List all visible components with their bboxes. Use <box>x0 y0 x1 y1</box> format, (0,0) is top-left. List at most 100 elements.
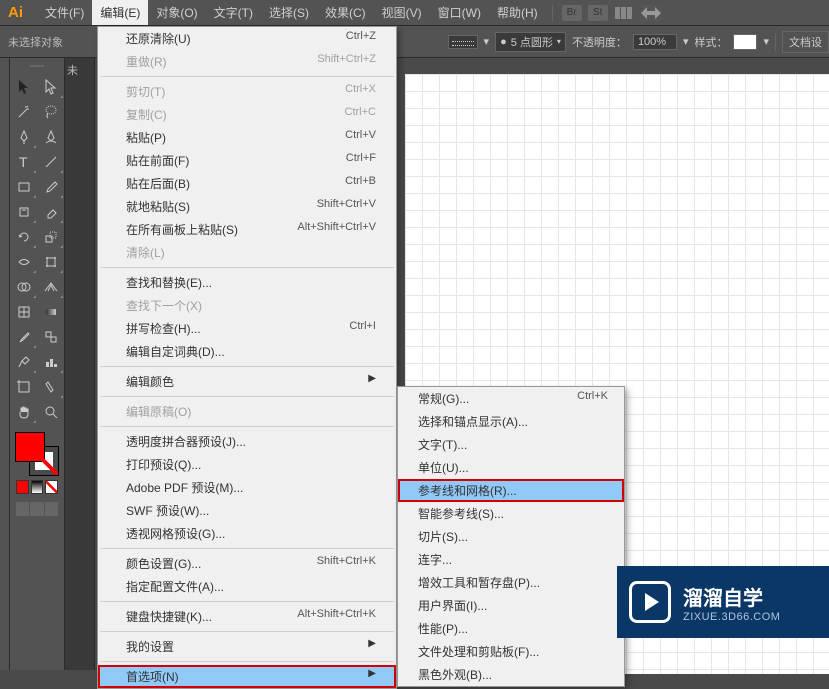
menu-item[interactable]: 参考线和网格(R)... <box>398 479 624 502</box>
menu-item[interactable]: 我的设置▶ <box>98 635 396 658</box>
menu-window[interactable]: 窗口(W) <box>430 0 489 25</box>
artboard-tool[interactable] <box>10 374 37 399</box>
menu-item[interactable]: 查找和替换(E)... <box>98 271 396 294</box>
color-mode-solid[interactable] <box>16 480 29 494</box>
arrange-docs-icon[interactable] <box>615 7 632 19</box>
menu-effect[interactable]: 效果(C) <box>317 0 374 25</box>
curvature-tool[interactable] <box>37 124 64 149</box>
stroke-color[interactable] <box>29 446 59 476</box>
mesh-tool[interactable] <box>10 299 37 324</box>
menu-item[interactable]: SWF 预设(W)... <box>98 499 396 522</box>
stroke-style-dropdown[interactable]: ● 5 点圆形 ▾ <box>495 32 566 52</box>
menu-item[interactable]: 常规(G)...Ctrl+K <box>398 387 624 410</box>
menu-item[interactable]: 透明度拼合器预设(J)... <box>98 430 396 453</box>
menu-shortcut: Ctrl+B <box>345 175 376 192</box>
opacity-input[interactable] <box>633 34 677 50</box>
menu-item[interactable]: 首选项(N)▶ <box>98 665 396 688</box>
bridge-icon[interactable]: Br <box>562 5 582 21</box>
hand-tool[interactable] <box>10 399 37 424</box>
menu-item[interactable]: 连字... <box>398 548 624 571</box>
menu-item[interactable]: 增效工具和暂存盘(P)... <box>398 571 624 594</box>
menu-separator <box>100 548 394 549</box>
menu-file[interactable]: 文件(F) <box>37 0 92 25</box>
stock-icon[interactable]: St <box>588 5 608 21</box>
column-graph-tool[interactable] <box>37 349 64 374</box>
gpu-icon[interactable] <box>639 5 663 21</box>
menu-item[interactable]: 颜色设置(G)...Shift+Ctrl+K <box>98 552 396 575</box>
style-swatch[interactable] <box>733 34 757 50</box>
menu-item-label: 查找和替换(E)... <box>126 274 212 291</box>
menu-item[interactable]: 拼写检查(H)...Ctrl+I <box>98 317 396 340</box>
free-transform-tool[interactable] <box>37 249 64 274</box>
draw-mode-normal[interactable] <box>16 502 29 516</box>
blend-tool[interactable] <box>37 324 64 349</box>
menu-item[interactable]: 贴在前面(F)Ctrl+F <box>98 149 396 172</box>
shaper-tool[interactable] <box>10 199 37 224</box>
width-tool[interactable] <box>10 249 37 274</box>
gradient-tool[interactable] <box>37 299 64 324</box>
type-tool[interactable]: T <box>10 149 37 174</box>
menu-item: 重做(R)Shift+Ctrl+Z <box>98 50 396 73</box>
rotate-tool[interactable] <box>10 224 37 249</box>
dock-strip <box>0 58 10 670</box>
menu-item[interactable]: 就地粘贴(S)Shift+Ctrl+V <box>98 195 396 218</box>
menu-item[interactable]: 用户界面(I)... <box>398 594 624 617</box>
menu-item[interactable]: 智能参考线(S)... <box>398 502 624 525</box>
menu-item[interactable]: 单位(U)... <box>398 456 624 479</box>
menu-item[interactable]: 在所有画板上粘贴(S)Alt+Shift+Ctrl+V <box>98 218 396 241</box>
menu-item-label: 首选项(N) <box>126 668 179 685</box>
menu-item: 复制(C)Ctrl+C <box>98 103 396 126</box>
menu-item[interactable]: 黑色外观(B)... <box>398 663 624 686</box>
color-mode-none[interactable] <box>45 480 58 494</box>
menu-item[interactable]: 切片(S)... <box>398 525 624 548</box>
menu-item[interactable]: 还原清除(U)Ctrl+Z <box>98 27 396 50</box>
selection-tool[interactable] <box>10 74 37 99</box>
menu-item[interactable]: 选择和锚点显示(A)... <box>398 410 624 433</box>
menu-item[interactable]: Adobe PDF 预设(M)... <box>98 476 396 499</box>
menu-item[interactable]: 键盘快捷键(K)...Alt+Shift+Ctrl+K <box>98 605 396 628</box>
perspective-grid-tool[interactable] <box>37 274 64 299</box>
slice-tool[interactable] <box>37 374 64 399</box>
shape-builder-tool[interactable] <box>10 274 37 299</box>
menu-item[interactable]: 指定配置文件(A)... <box>98 575 396 598</box>
submenu-arrow-icon: ▶ <box>368 638 376 655</box>
color-swatches[interactable] <box>15 432 59 476</box>
menu-item[interactable]: 编辑自定词典(D)... <box>98 340 396 363</box>
color-mode-gradient[interactable] <box>31 480 44 494</box>
scale-tool[interactable] <box>37 224 64 249</box>
panel-grip[interactable] <box>10 62 64 70</box>
document-tab[interactable]: 未 <box>67 65 78 77</box>
menu-item[interactable]: 粘贴(P)Ctrl+V <box>98 126 396 149</box>
menu-item[interactable]: 编辑颜色▶ <box>98 370 396 393</box>
menu-view[interactable]: 视图(V) <box>374 0 430 25</box>
menu-item[interactable]: 贴在后面(B)Ctrl+B <box>98 172 396 195</box>
menu-item[interactable]: 文件处理和剪贴板(F)... <box>398 640 624 663</box>
eyedropper-tool[interactable] <box>10 324 37 349</box>
menu-shortcut: Ctrl+V <box>345 129 376 146</box>
eraser-tool[interactable] <box>37 199 64 224</box>
magic-wand-tool[interactable] <box>10 99 37 124</box>
menu-item[interactable]: 打印预设(Q)... <box>98 453 396 476</box>
menu-object[interactable]: 对象(O) <box>148 0 205 25</box>
line-tool[interactable] <box>37 149 64 174</box>
menu-select[interactable]: 选择(S) <box>261 0 317 25</box>
paintbrush-tool[interactable] <box>37 174 64 199</box>
lasso-tool[interactable] <box>37 99 64 124</box>
menu-item-label: 颜色设置(G)... <box>126 555 201 572</box>
rectangle-tool[interactable] <box>10 174 37 199</box>
pen-tool[interactable] <box>10 124 37 149</box>
menu-edit[interactable]: 编辑(E) <box>92 0 148 25</box>
symbol-sprayer-tool[interactable] <box>10 349 37 374</box>
draw-mode-behind[interactable] <box>30 502 43 516</box>
menu-item[interactable]: 透视网格预设(G)... <box>98 522 396 545</box>
menu-type[interactable]: 文字(T) <box>206 0 261 25</box>
draw-mode-inside[interactable] <box>45 502 58 516</box>
menu-item[interactable]: 文字(T)... <box>398 433 624 456</box>
menu-help[interactable]: 帮助(H) <box>489 0 546 25</box>
menu-separator <box>100 366 394 367</box>
document-setup-button[interactable]: 文档设 <box>782 31 829 53</box>
stroke-preview[interactable] <box>448 35 478 49</box>
menu-item[interactable]: 性能(P)... <box>398 617 624 640</box>
zoom-tool[interactable] <box>37 399 64 424</box>
direct-selection-tool[interactable] <box>37 74 64 99</box>
